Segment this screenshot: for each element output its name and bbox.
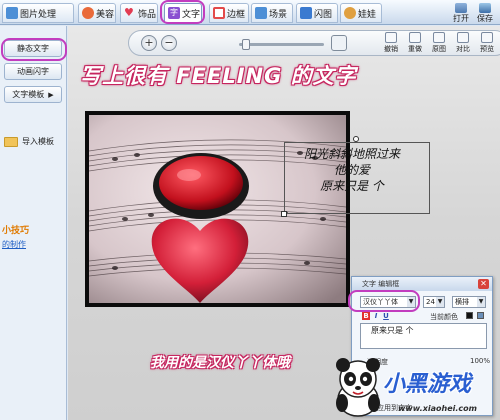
highlight-ring-text-tab <box>160 0 205 24</box>
chevron-down-icon: ▼ <box>436 297 444 307</box>
color-picker-icon[interactable] <box>477 312 484 319</box>
size-value: 24 <box>426 298 435 306</box>
open-label: 打开 <box>453 14 469 23</box>
size-select[interactable]: 24 ▼ <box>423 296 445 308</box>
tab-label: 边框 <box>227 9 246 20</box>
resize-handle[interactable] <box>281 211 287 217</box>
fit-screen-icon[interactable] <box>331 35 347 51</box>
text-input-value: 原来只是 个 <box>371 326 414 335</box>
redo-button[interactable]: 重做 <box>405 32 425 54</box>
zoom-out-icon[interactable]: − <box>161 35 177 51</box>
tab-beauty[interactable]: 美容 <box>78 3 116 23</box>
highlight-ring-font <box>348 290 420 312</box>
tab-label: 场景 <box>269 9 288 20</box>
zoom-in-icon[interactable]: + <box>141 35 157 51</box>
folder-icon <box>4 136 18 147</box>
compare-label: 对比 <box>456 45 470 53</box>
preview-label: 预览 <box>480 45 494 53</box>
save-icon <box>479 3 491 13</box>
original-label: 原图 <box>432 45 446 53</box>
tab-accessories[interactable]: ♥ 饰品 <box>120 3 158 23</box>
layout-select[interactable]: 横排 ▼ <box>452 296 486 308</box>
undo-icon <box>385 32 397 43</box>
color-label: 当前颜色 <box>430 313 458 321</box>
bold-button[interactable]: B <box>362 312 370 320</box>
photo-overlay-text: 阳光斜斜地照过来 他的爱 原来只是 个 <box>287 146 417 194</box>
tab-label: 娃娃 <box>358 9 377 20</box>
tab-flash[interactable]: 闪图 <box>296 3 338 23</box>
text-template-button[interactable]: 文字模板 ▶ <box>4 86 62 103</box>
tab-label: 饰品 <box>138 9 157 20</box>
import-template-label: 导入模板 <box>22 137 54 146</box>
scene-icon <box>255 7 267 19</box>
save-button[interactable]: 保存 <box>477 3 493 24</box>
tab-image-edit[interactable]: 图片处理 <box>2 3 74 23</box>
text-input-area[interactable]: 原来只是 个 <box>360 323 487 349</box>
original-button[interactable]: 原图 <box>429 32 449 54</box>
undo-label: 撤销 <box>384 45 398 53</box>
animated-text-label: 动画闪字 <box>17 67 49 76</box>
open-button[interactable]: 打开 <box>453 3 469 24</box>
doll-icon <box>344 7 356 19</box>
face-icon <box>82 7 94 19</box>
tab-label: 图片处理 <box>20 9 57 20</box>
zoom-slider-thumb[interactable] <box>242 39 250 50</box>
tab-doll[interactable]: 娃娃 <box>340 3 382 23</box>
close-icon[interactable]: ✕ <box>478 279 489 289</box>
text-template-label: 文字模板 <box>12 90 45 99</box>
watermark-logo-text: 小黑游戏 <box>383 372 472 397</box>
opacity-value: 100% <box>470 357 491 365</box>
triangle-right-icon: ▶ <box>48 90 54 99</box>
redo-label: 重做 <box>408 45 422 53</box>
heart-icon: ♥ <box>124 6 134 19</box>
highlight-ring-static-text <box>1 38 67 61</box>
image-edit-icon <box>6 7 18 19</box>
original-icon <box>433 32 445 43</box>
animated-text-button[interactable]: 动画闪字 <box>4 63 62 80</box>
canvas-toolbar: + − 撤销 重做 原图 对比 预览 <box>128 30 500 56</box>
import-template-button[interactable]: 导入模板 <box>4 136 54 147</box>
open-icon <box>455 3 467 13</box>
italic-button[interactable]: I <box>372 312 380 320</box>
tutorial-caption: 我用的是汉仪丫丫体哦 <box>150 355 290 371</box>
current-color-swatch[interactable] <box>466 312 473 319</box>
compare-button[interactable]: 对比 <box>453 32 473 54</box>
chevron-down-icon: ▼ <box>477 297 485 307</box>
tutorial-headline: 写上很有 FEELING 的文字 <box>80 64 357 88</box>
left-panel: 静态文字 动画闪字 文字模板 ▶ 导入模板 小技巧 的制作 <box>0 26 67 420</box>
tip-link[interactable]: 的制作 <box>2 239 26 250</box>
compare-icon <box>457 32 469 43</box>
flash-icon <box>300 7 312 19</box>
layout-value: 横排 <box>455 298 469 306</box>
tab-label: 美容 <box>96 9 115 20</box>
undo-button[interactable]: 撤销 <box>381 32 401 54</box>
tab-scene[interactable]: 场景 <box>251 3 293 23</box>
overlay-line-1: 阳光斜斜地照过来 <box>303 147 400 161</box>
tip-title: 小技巧 <box>2 226 30 236</box>
zoom-slider-track[interactable] <box>239 43 324 46</box>
overlay-line-2: 他的爱 <box>333 163 370 177</box>
overlay-line-3: 原来只是 个 <box>320 179 384 193</box>
save-label: 保存 <box>477 14 493 23</box>
watermark-url: www.xiaohei.com <box>398 404 477 413</box>
tab-frame[interactable]: 边框 <box>209 3 249 23</box>
tab-label: 闪图 <box>314 9 333 20</box>
main-tab-bar: 图片处理 美容 ♥ 饰品 字 文字 边框 场景 闪图 娃娃 打开 保存 <box>0 0 500 25</box>
frame-icon <box>213 7 225 19</box>
rotate-handle[interactable] <box>353 136 359 142</box>
preview-button[interactable]: 预览 <box>477 32 497 54</box>
editor-title: 文字 编辑框 <box>352 277 492 291</box>
underline-button[interactable]: U <box>382 312 390 320</box>
panda-mascot-icon <box>336 358 380 417</box>
redo-icon <box>409 32 421 43</box>
preview-icon <box>481 32 493 43</box>
